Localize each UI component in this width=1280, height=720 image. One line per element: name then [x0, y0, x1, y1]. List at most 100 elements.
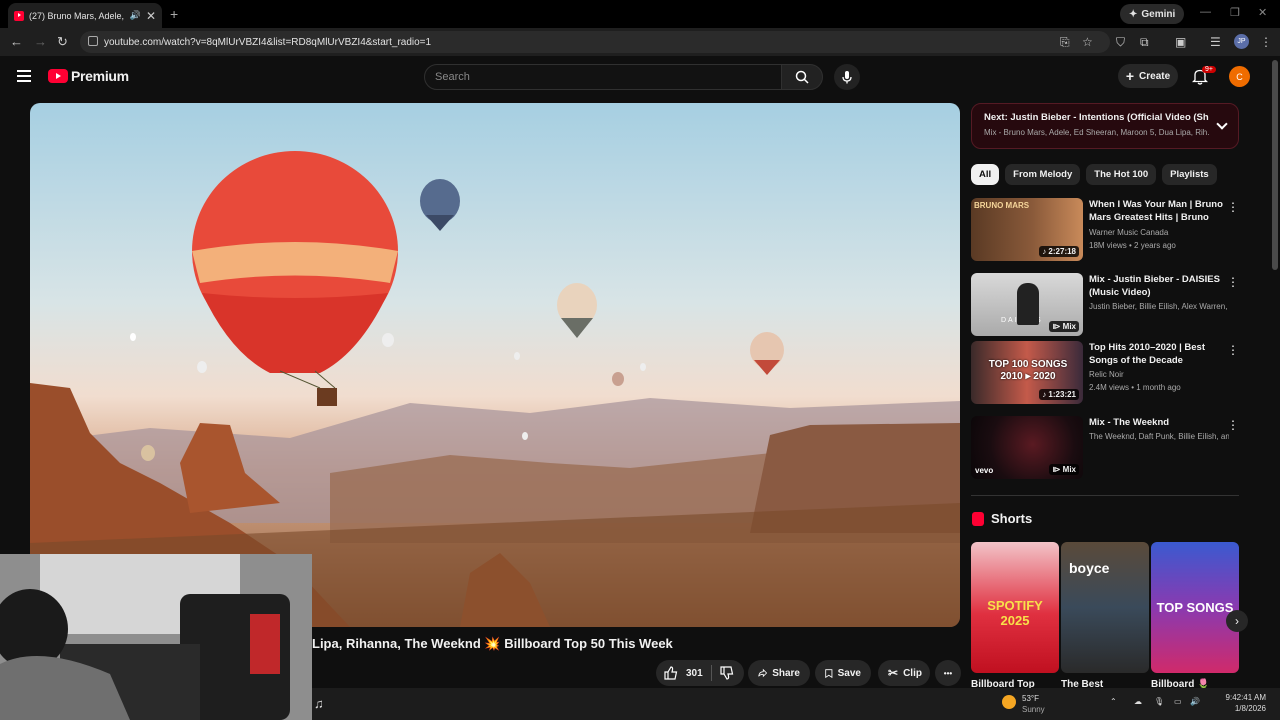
clock-date[interactable]: 1/8/2026 — [1210, 704, 1266, 713]
plus-icon: + — [1125, 68, 1135, 84]
recommendation-item[interactable]: TOP 100 SONGS 2010 ▸ 2020 ♪ 1:23:21 Top … — [971, 341, 1241, 405]
video-title[interactable]: Mix - Justin Bieber - DAISIES (Music Vid… — [1089, 273, 1229, 299]
speaker-icon[interactable]: 🔊 — [130, 10, 141, 21]
site-info-icon[interactable] — [88, 36, 98, 46]
clock-time[interactable]: 9:42:41 AM — [1210, 693, 1266, 702]
volume-icon[interactable]: 🔊 — [1190, 697, 1200, 706]
profile-avatar[interactable]: JP — [1234, 34, 1249, 49]
microphone-tray-icon[interactable]: 🎙 — [1154, 697, 1164, 706]
short-thumbnail[interactable]: TOP SONGS — [1151, 542, 1239, 673]
recommendation-item[interactable]: vevo ⧐ Mix Mix - The Weeknd The Weeknd, … — [971, 416, 1241, 480]
share-button[interactable]: Share — [748, 660, 810, 686]
more-options-icon[interactable]: ⋮ — [1227, 418, 1239, 432]
create-label: Create — [1139, 70, 1171, 82]
up-next-title: Next: Justin Bieber - Intentions (Offici… — [984, 112, 1209, 123]
thumbs-up-icon[interactable] — [664, 666, 678, 680]
more-actions-button[interactable]: ••• — [935, 660, 961, 686]
create-button[interactable]: + Create — [1118, 64, 1178, 88]
close-window-icon[interactable]: ✕ — [1258, 6, 1267, 19]
search-input[interactable]: Search — [424, 64, 782, 90]
channel-name[interactable]: The Weeknd, Daft Punk, Billie Eilish, an… — [1089, 432, 1229, 441]
tray-overflow-icon[interactable]: ⌃ — [1110, 697, 1117, 706]
short-thumbnail[interactable]: SPOTIFY 2025 — [971, 542, 1059, 673]
more-options-icon[interactable]: ⋮ — [1227, 200, 1239, 214]
install-app-icon[interactable]: ⎘ — [1060, 35, 1070, 50]
chip-the-hot-100[interactable]: The Hot 100 — [1086, 164, 1157, 185]
video-thumbnail[interactable]: TOP 100 SONGS 2010 ▸ 2020 ♪ 1:23:21 — [971, 341, 1083, 404]
chevron-down-icon[interactable] — [1216, 118, 1228, 130]
reload-icon[interactable]: ↻ — [57, 34, 68, 50]
thumbs-down-icon[interactable] — [720, 666, 734, 680]
minimize-icon[interactable]: — — [1200, 6, 1211, 18]
video-title[interactable]: Top Hits 2010–2020 | Best Songs of the D… — [1089, 341, 1229, 367]
video-player[interactable] — [30, 103, 960, 627]
person-figure — [1017, 283, 1039, 325]
video-thumbnail[interactable]: BRUNO MARS ♪ 2:27:18 — [971, 198, 1083, 261]
page-scrollbar[interactable] — [1272, 60, 1278, 270]
youtube-logo[interactable]: Premium — [48, 68, 129, 84]
up-next-banner[interactable]: Next: Justin Bieber - Intentions (Offici… — [971, 103, 1239, 149]
gemini-button[interactable]: ✦ Gemini — [1120, 4, 1185, 24]
channel-name[interactable]: Justin Bieber, Billie Eilish, Alex Warre… — [1089, 302, 1229, 311]
weather-sun-icon[interactable] — [1002, 695, 1016, 709]
more-dots-icon: ••• — [943, 668, 953, 678]
forward-arrow-icon[interactable]: → — [34, 34, 47, 49]
video-title-part1: Lipa, Rihanna, The Weeknd — [312, 636, 481, 651]
recommendation-item[interactable]: DAISIES ⧐ Mix Mix - Justin Bieber - DAIS… — [971, 273, 1241, 337]
restore-icon[interactable]: ❐ — [1230, 6, 1240, 19]
clip-button[interactable]: ✂ Clip — [878, 660, 930, 686]
search-button[interactable] — [781, 64, 823, 90]
thumbnail-text: vevo — [975, 466, 994, 475]
chip-playlists[interactable]: Playlists — [1162, 164, 1217, 185]
bookmark-star-icon[interactable]: ☆ — [1082, 35, 1093, 49]
browser-tab[interactable]: (27) Bruno Mars, Adele, Ed 🔊 ✕ — [8, 3, 162, 28]
more-options-icon[interactable]: ⋮ — [1227, 343, 1239, 357]
view-stats: 18M views • 2 years ago — [1089, 241, 1176, 250]
shield-icon[interactable]: ⛉ — [1116, 35, 1125, 50]
video-frame-image — [30, 151, 960, 627]
chip-from-melody[interactable]: From Melody — [1005, 164, 1081, 185]
chip-all[interactable]: All — [971, 164, 1000, 185]
url-text: youtube.com/watch?v=8qMlUrVBZI4&list=RD8… — [104, 36, 432, 48]
browser-menu-icon[interactable]: ⋮ — [1260, 35, 1272, 49]
video-title[interactable]: Mix - The Weeknd — [1089, 416, 1229, 429]
account-avatar[interactable]: C — [1229, 66, 1250, 87]
video-title[interactable]: When I Was Your Man | Bruno Mars Greates… — [1089, 198, 1229, 225]
mix-badge: ⧐ Mix — [1049, 464, 1079, 475]
mix-badge: ⧐ Mix — [1049, 321, 1079, 332]
logo-text: Premium — [71, 68, 129, 84]
extensions-icon[interactable]: ⧉ — [1140, 35, 1149, 50]
save-button[interactable]: Save — [815, 660, 871, 686]
short-thumb-text: boyce — [1069, 560, 1110, 576]
microphone-icon — [842, 71, 852, 84]
address-bar[interactable]: youtube.com/watch?v=8qMlUrVBZI4&list=RD8… — [80, 31, 1110, 53]
reading-list-icon[interactable]: ☰ — [1210, 35, 1221, 49]
video-thumbnail[interactable]: vevo ⧐ Mix — [971, 416, 1083, 479]
like-count[interactable]: 301 — [686, 668, 703, 679]
voice-search-button[interactable] — [834, 64, 860, 90]
divider — [710, 665, 712, 681]
tab-close-icon[interactable]: ✕ — [146, 9, 156, 23]
thumbnail-text: BRUNO MARS — [974, 201, 1030, 210]
channel-name[interactable]: Relic Noir — [1089, 370, 1229, 379]
hamburger-menu-icon[interactable] — [17, 70, 31, 82]
duration-badge: ♪ 1:23:21 — [1039, 389, 1079, 400]
new-tab-button[interactable]: + — [170, 6, 178, 22]
like-dislike-group: 301 — [656, 660, 744, 686]
media-control-icon[interactable]: ▣ — [1175, 35, 1186, 49]
tab-title: (27) Bruno Mars, Adele, Ed — [29, 10, 125, 21]
video-thumbnail[interactable]: DAISIES ⧐ Mix — [971, 273, 1083, 336]
search-placeholder: Search — [435, 71, 470, 83]
app-icon[interactable]: ♫ — [314, 696, 324, 711]
notification-count-badge: 9+ — [1202, 66, 1216, 73]
more-options-icon[interactable]: ⋮ — [1227, 275, 1239, 289]
shorts-next-arrow-icon[interactable]: › — [1226, 610, 1248, 632]
network-icon[interactable]: ☁ — [1134, 697, 1142, 706]
display-icon[interactable]: ▭ — [1174, 697, 1182, 706]
recommendation-item[interactable]: BRUNO MARS ♪ 2:27:18 When I Was Your Man… — [971, 198, 1241, 262]
channel-name[interactable]: Warner Music Canada — [1089, 228, 1229, 237]
video-title-part2: Billboard Top 50 This Week — [504, 636, 673, 651]
weather-temp[interactable]: 53°F — [1022, 694, 1039, 703]
back-arrow-icon[interactable]: ← — [10, 34, 23, 49]
short-thumbnail[interactable]: boyce — [1061, 542, 1149, 673]
